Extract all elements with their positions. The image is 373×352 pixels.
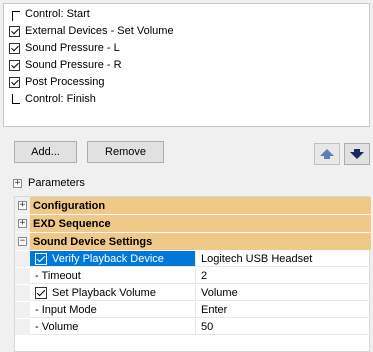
remove-button[interactable]: Remove [87,141,164,163]
property-row-volume[interactable]: - Volume 50 [15,319,371,335]
expand-icon[interactable]: + [13,178,22,188]
property-row-verify-playback-device[interactable]: Verify Playback Device Logitech USB Head… [15,251,371,267]
property-value[interactable]: Volume [196,285,371,301]
property-row-timeout[interactable]: - Timeout 2 [15,268,371,284]
category-title: Configuration [33,199,106,212]
property-name: - Volume [30,319,196,335]
step-label: Post Processing [25,76,105,88]
finish-bracket-icon [9,93,20,105]
step-control-finish[interactable]: Control: Finish [9,91,96,107]
category-configuration[interactable]: + Configuration [15,197,371,214]
property-row-set-playback-volume[interactable]: Set Playback Volume Volume [15,285,371,301]
step-control-start[interactable]: Control: Start [9,6,90,22]
category-sound-device-settings[interactable]: − Sound Device Settings [15,233,371,250]
step-checkbox[interactable] [9,42,20,54]
property-value[interactable]: 2 [196,268,371,284]
property-value[interactable]: Enter [196,302,371,318]
expand-icon[interactable]: + [18,219,27,228]
step-label: Control: Finish [25,93,96,105]
step-sound-pressure-r[interactable]: Sound Pressure - R [9,57,122,73]
step-checkbox[interactable] [9,59,20,71]
move-up-button[interactable] [314,143,340,165]
property-name: Set Playback Volume [52,286,156,299]
step-external-devices[interactable]: External Devices - Set Volume [9,23,174,39]
category-title: EXD Sequence [33,217,111,230]
step-checkbox[interactable] [9,76,20,88]
step-list[interactable]: Control: Start External Devices - Set Vo… [3,3,370,127]
property-name: Verify Playback Device [52,252,164,265]
expand-icon[interactable]: + [18,201,27,210]
step-checkbox[interactable] [9,25,20,37]
property-checkbox[interactable] [35,252,47,265]
category-title: Sound Device Settings [33,235,153,248]
arrow-down-icon [350,149,364,159]
start-bracket-icon [9,9,20,21]
property-name: - Timeout [30,268,196,284]
step-label: Sound Pressure - L [25,42,120,54]
property-name: - Input Mode [30,302,196,318]
collapse-icon[interactable]: − [18,237,27,246]
parameters-label: Parameters [28,177,85,189]
move-down-button[interactable] [344,143,370,165]
arrow-up-icon [320,149,334,159]
step-label: Sound Pressure - R [25,59,122,71]
add-button[interactable]: Add... [14,141,77,163]
step-label: Control: Start [25,8,90,20]
step-sound-pressure-l[interactable]: Sound Pressure - L [9,40,120,56]
category-exd-sequence[interactable]: + EXD Sequence [15,215,371,232]
property-checkbox[interactable] [35,286,47,299]
property-value[interactable]: 50 [196,319,371,335]
parameters-header[interactable]: + Parameters [3,175,370,191]
step-label: External Devices - Set Volume [25,25,174,37]
property-grid[interactable]: + Configuration + EXD Sequence − Sound D… [14,196,371,352]
property-row-input-mode[interactable]: - Input Mode Enter [15,302,371,318]
step-post-processing[interactable]: Post Processing [9,74,104,90]
property-value[interactable]: Logitech USB Headset [196,251,371,267]
